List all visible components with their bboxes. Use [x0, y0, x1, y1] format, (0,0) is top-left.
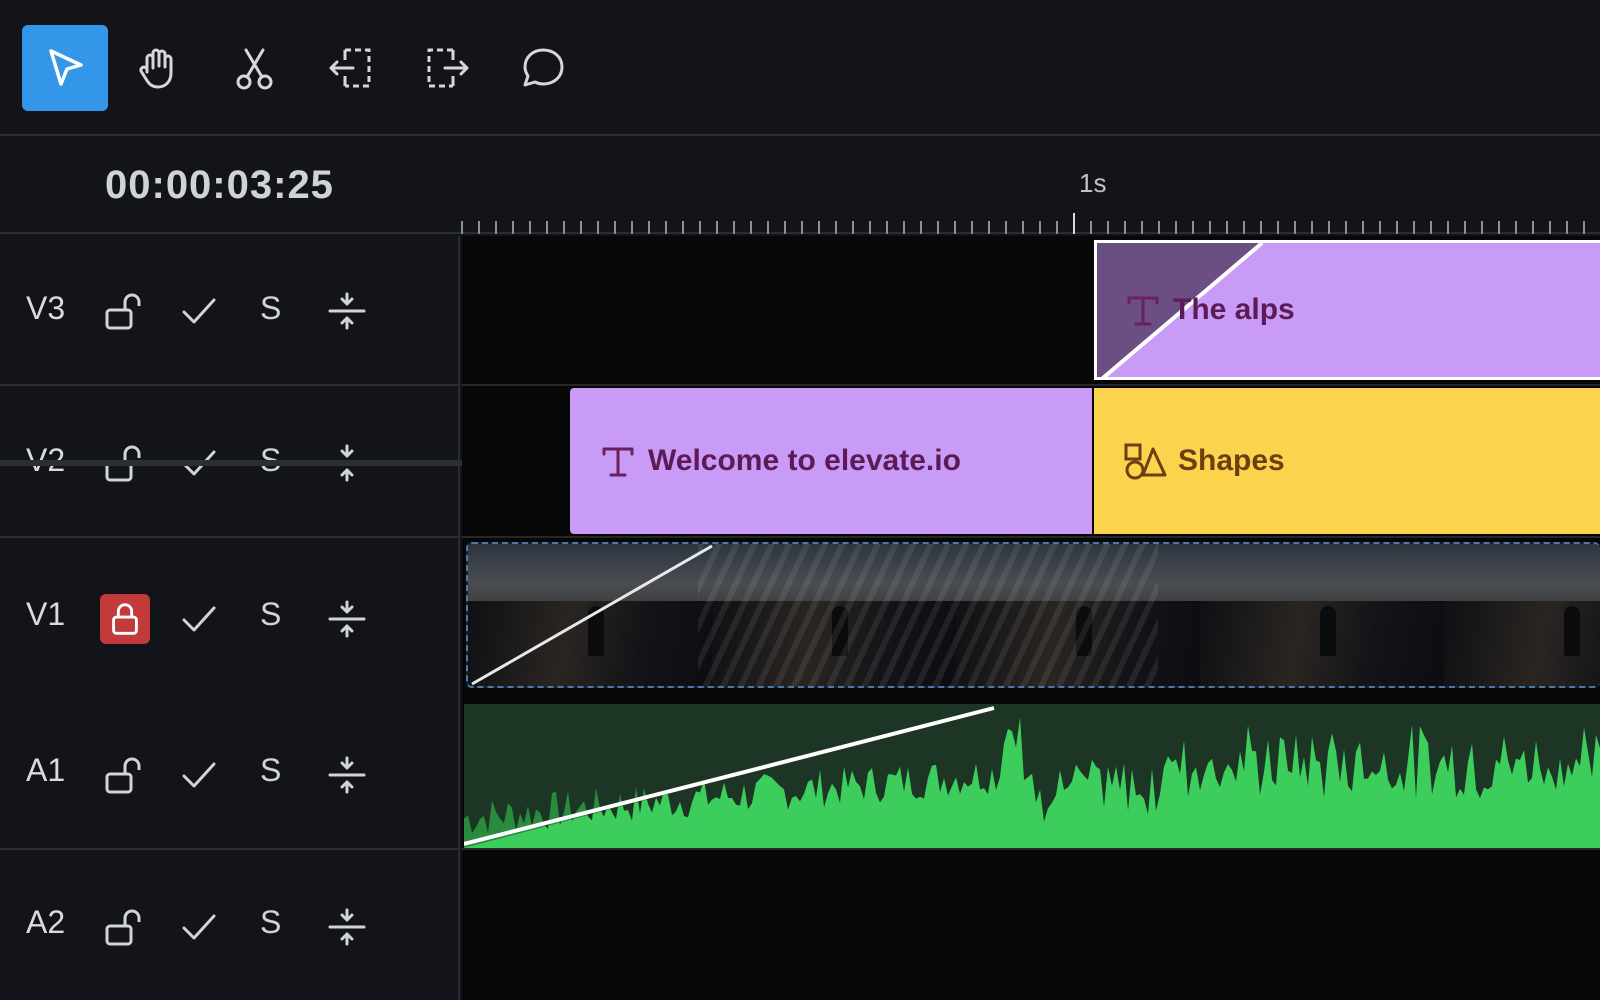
video-thumbnail [1200, 544, 1444, 686]
solo-button[interactable]: S [260, 290, 281, 327]
hand-tool-button[interactable] [115, 25, 201, 111]
scissors-icon [236, 48, 273, 90]
unlock-icon[interactable] [103, 290, 145, 332]
solo-button[interactable]: S [260, 596, 281, 633]
clip-label: Welcome to elevate.io [598, 441, 961, 481]
clip-the-alps[interactable]: The alps [1094, 240, 1600, 380]
track-name: V3 [26, 290, 66, 326]
trim-left-icon [329, 48, 371, 88]
split-track-icon[interactable] [326, 754, 368, 796]
check-icon[interactable] [178, 754, 220, 796]
clip-label: The alps [1123, 290, 1295, 330]
track-header-v1: V1 S [0, 538, 460, 696]
clip-title: Welcome to elevate.io [648, 444, 961, 477]
trim-right-icon [427, 48, 469, 88]
transition-stripes [698, 544, 1158, 686]
lane-separator [462, 536, 1600, 538]
clip-welcome-text[interactable]: Welcome to elevate.io [570, 388, 1092, 534]
track-name: V1 [26, 596, 66, 632]
text-icon [602, 447, 634, 477]
check-icon[interactable] [178, 290, 220, 332]
hand-icon [139, 48, 173, 89]
trim-end-tool-button[interactable] [404, 25, 490, 111]
shapes-icon [1124, 443, 1167, 480]
video-thumbnail [1444, 544, 1600, 686]
clip-shapes[interactable]: Shapes [1094, 388, 1600, 534]
track-header-a2: A2 S [0, 850, 460, 1000]
fade-in-line [471, 544, 713, 686]
check-icon[interactable] [178, 906, 220, 948]
text-icon [1127, 296, 1159, 326]
track-name: A2 [26, 904, 66, 940]
track-name: A1 [26, 752, 66, 788]
split-track-icon[interactable] [326, 290, 368, 332]
clip-video[interactable] [466, 542, 1600, 688]
track-header-v3: V3 S [0, 236, 460, 386]
timeline-lanes[interactable]: The alps Welcome to elevate.io Shapes [462, 236, 1600, 1000]
timeline-ruler[interactable]: 00:00:03:25 1s [0, 138, 1600, 234]
split-track-icon[interactable] [326, 598, 368, 640]
check-icon[interactable] [178, 598, 220, 640]
current-timecode: 00:00:03:25 [105, 163, 334, 207]
clip-title: Shapes [1178, 444, 1285, 477]
cut-tool-button[interactable] [212, 25, 298, 111]
solo-button[interactable]: S [260, 752, 281, 789]
clip-label: Shapes [1122, 441, 1285, 481]
split-track-icon[interactable] [326, 906, 368, 948]
comment-tool-button[interactable] [500, 25, 586, 111]
track-header-a1: A1 S [0, 702, 460, 850]
comment-icon [523, 48, 564, 87]
select-tool-button[interactable] [22, 25, 108, 111]
clip-audio[interactable] [464, 704, 1600, 848]
clip-title: The alps [1173, 293, 1295, 326]
lane-separator [462, 384, 1600, 386]
trim-start-tool-button[interactable] [308, 25, 394, 111]
ruler-marker-label: 1s [1079, 168, 1107, 198]
lane-separator [462, 848, 1600, 850]
lock-icon[interactable] [100, 594, 150, 644]
toolbar [0, 0, 1600, 136]
pointer-icon [49, 49, 83, 86]
unlock-icon[interactable] [103, 754, 145, 796]
ruler-ticks [461, 213, 1585, 234]
unlock-icon[interactable] [103, 906, 145, 948]
solo-button[interactable]: S [260, 904, 281, 941]
track-headers: V3 S V2 S V1 S [0, 236, 460, 1000]
waveform [464, 706, 1600, 848]
